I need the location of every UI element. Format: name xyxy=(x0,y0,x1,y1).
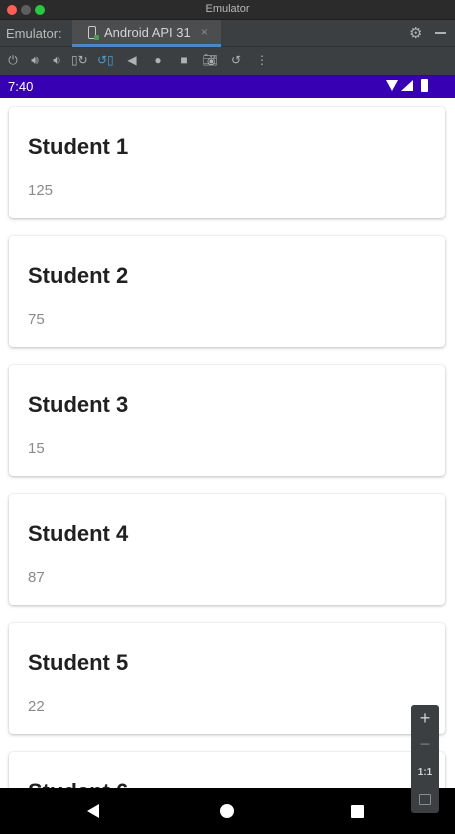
back-icon[interactable]: ◀ xyxy=(124,52,140,68)
student-card[interactable]: Student 4 87 xyxy=(9,494,445,605)
student-card[interactable]: Student 3 15 xyxy=(9,365,445,476)
student-name: Student 3 xyxy=(28,392,129,417)
navigation-bar xyxy=(0,788,455,834)
student-score: 125 xyxy=(28,182,54,199)
device-running-indicator xyxy=(94,35,99,40)
signal-icon xyxy=(401,80,413,91)
home-icon[interactable]: ● xyxy=(150,52,166,68)
tab-android-api-31[interactable]: Android API 31 × xyxy=(72,20,221,47)
student-score: 87 xyxy=(28,569,45,586)
volume-up-icon[interactable]: 🔊︎ xyxy=(27,52,43,68)
student-score: 75 xyxy=(28,311,45,328)
nav-back-icon[interactable] xyxy=(87,804,99,818)
zoom-actual-size-button[interactable]: 1:1 xyxy=(411,767,439,778)
student-score: 22 xyxy=(28,698,45,715)
student-card[interactable]: Student 1 125 xyxy=(9,107,445,218)
gear-icon[interactable]: ⚙ xyxy=(409,24,422,42)
nav-home-icon[interactable] xyxy=(220,804,234,818)
student-score: 15 xyxy=(28,440,45,457)
power-icon[interactable]: ⏻ xyxy=(5,52,21,68)
tool-window-header: Emulator: Android API 31 × ⚙ xyxy=(0,20,455,47)
zoom-in-button[interactable]: + xyxy=(411,708,439,729)
rotate-left-icon[interactable]: ▯↻ xyxy=(71,52,88,68)
volume-down-icon[interactable]: 🔉︎ xyxy=(49,52,65,68)
title-bar: Emulator xyxy=(0,0,455,20)
window-title: Emulator xyxy=(205,3,250,15)
zoom-out-button[interactable]: − xyxy=(411,734,439,755)
zoom-fit-icon[interactable] xyxy=(419,794,431,805)
status-time: 7:40 xyxy=(8,79,34,94)
rotate-right-icon[interactable]: ↺▯ xyxy=(97,52,114,68)
zoom-controls: + − 1:1 xyxy=(411,705,439,813)
battery-icon xyxy=(421,79,428,92)
student-name: Student 5 xyxy=(28,650,129,675)
status-bar: 7:40 xyxy=(0,75,455,98)
camera-icon[interactable]: 📷︎ xyxy=(202,52,218,68)
more-icon[interactable]: ⋮ xyxy=(254,52,270,68)
hide-panel-icon[interactable] xyxy=(435,32,446,34)
student-card[interactable]: Student 2 75 xyxy=(9,236,445,347)
device-screen[interactable]: 7:40 Student 1 125 Student 2 75 Student … xyxy=(0,75,455,834)
student-card[interactable]: Student 5 22 xyxy=(9,623,445,734)
tab-close-icon[interactable]: × xyxy=(201,25,208,39)
student-name: Student 4 xyxy=(28,521,129,546)
student-name: Student 2 xyxy=(28,263,129,288)
emulator-window: Emulator Emulator: Android API 31 × ⚙ ⏻ … xyxy=(0,0,455,834)
overview-icon[interactable]: ■ xyxy=(176,52,192,68)
tab-label: Android API 31 xyxy=(104,25,191,40)
nav-recents-icon[interactable] xyxy=(351,805,364,818)
emulator-toolbar: ⏻ 🔊︎ 🔉︎ ▯↻ ↺▯ ◀ ● ■ 📷︎ ↺ ⋮ xyxy=(0,47,455,75)
snapshot-icon[interactable]: ↺ xyxy=(228,52,244,68)
student-name: Student 1 xyxy=(28,134,129,159)
tool-window-label: Emulator: xyxy=(6,26,62,41)
wifi-icon xyxy=(386,80,398,91)
student-list[interactable]: Student 1 125 Student 2 75 Student 3 15 … xyxy=(0,98,455,834)
